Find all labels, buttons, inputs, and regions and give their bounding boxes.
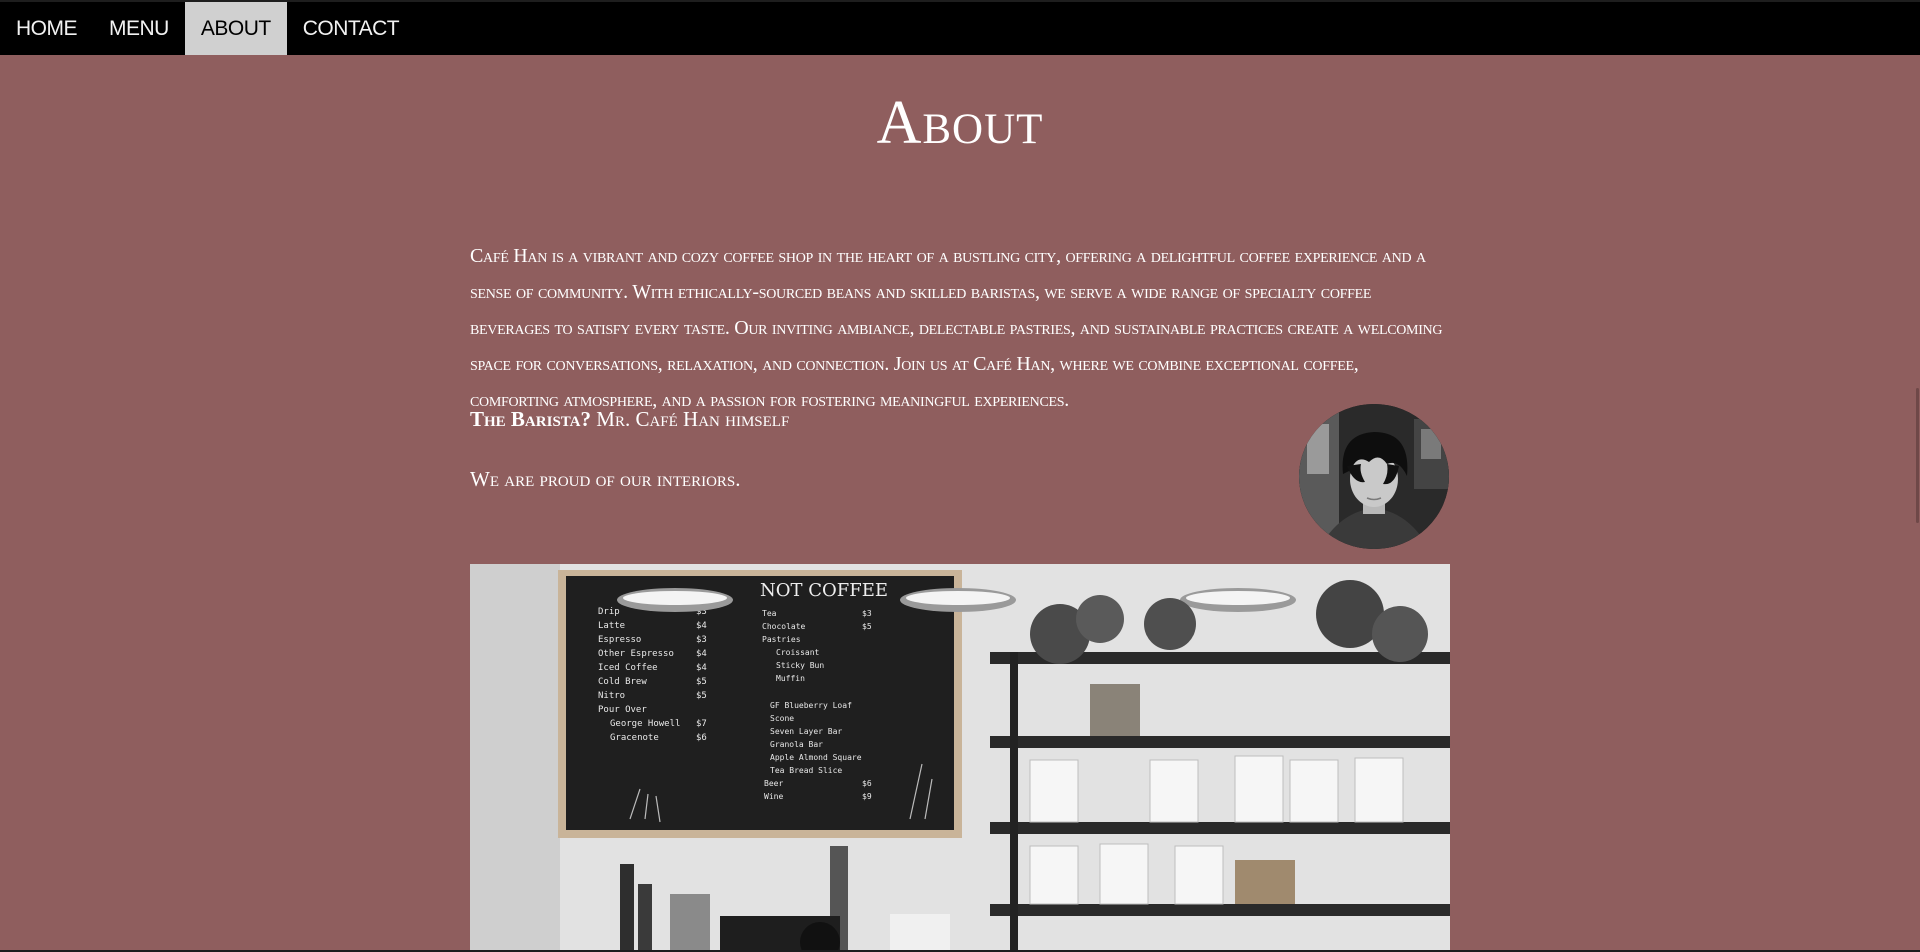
scrollbar-thumb[interactable] — [1916, 388, 1919, 523]
chalk-left-price-5: $5 — [696, 677, 707, 687]
chalk-left-2: Espresso — [598, 635, 641, 645]
chalk-right-price-12: $6 — [862, 779, 872, 788]
barista-text: Mr. Café Han himself — [591, 407, 790, 431]
chalk-left-price-1: $4 — [696, 621, 707, 631]
chalk-right-price-13: $9 — [862, 792, 872, 801]
chalk-right-6: GF Blueberry Loaf — [770, 701, 852, 710]
nav-about[interactable]: ABOUT — [184, 2, 287, 55]
page-title: About — [876, 89, 1044, 157]
chalk-right-9: Granola Bar — [770, 740, 823, 749]
chalk-left-price-2: $3 — [696, 635, 707, 645]
chalk-left-5: Cold Brew — [598, 677, 647, 687]
nav-menu[interactable]: MENU — [93, 2, 185, 55]
chalk-right-price-0: $3 — [862, 609, 872, 618]
chalk-left-price-8: $7 — [696, 719, 707, 729]
nav-contact[interactable]: CONTACT — [287, 2, 415, 55]
chalk-right-7: Scone — [770, 714, 794, 723]
barista-line: The Barista? Mr. Café Han himself — [470, 407, 789, 432]
intro-paragraph: Café Han is a vibrant and cozy coffee sh… — [470, 245, 1443, 411]
chalk-left-3: Other Espresso — [598, 649, 674, 659]
nav-home[interactable]: HOME — [0, 2, 93, 55]
chalk-left-7: Pour Over — [598, 705, 647, 715]
chalk-heading: NOT COFFEE — [760, 580, 888, 601]
chalk-right-price-1: $5 — [862, 622, 872, 631]
chalk-right-10: Apple Almond Square — [770, 753, 862, 762]
chalk-left-0: Drip — [598, 607, 620, 617]
interiors-text: We are proud of our interiors. — [470, 467, 741, 491]
chalk-left-4: Iced Coffee — [598, 663, 658, 673]
chalk-right-8: Seven Layer Bar — [770, 727, 842, 736]
chalk-left-8: George Howell — [610, 719, 680, 729]
chalk-right-2: Pastries — [762, 635, 801, 644]
chalk-right-3: Croissant — [776, 648, 820, 657]
barista-avatar — [1299, 404, 1449, 549]
chalk-left-1: Latte — [598, 621, 625, 631]
chalk-right-5: Muffin — [776, 674, 805, 683]
top-nav: HOME MENU ABOUT CONTACT — [0, 0, 1920, 55]
chalk-right-0: Tea — [762, 609, 777, 618]
chalk-right-1: Chocolate — [762, 622, 806, 631]
about-content: Café Han is a vibrant and cozy coffee sh… — [470, 238, 1450, 418]
chalk-left-9: Gracenote — [610, 733, 659, 743]
chalk-left-price-6: $5 — [696, 691, 707, 701]
chalk-right-4: Sticky Bun — [776, 661, 824, 670]
chalk-left-price-3: $4 — [696, 649, 707, 659]
chalk-right-11: Tea Bread Slice — [770, 766, 842, 775]
chalk-right-13: Wine — [764, 792, 783, 801]
barista-label: The Barista? — [470, 407, 592, 431]
chalk-left-6: Nitro — [598, 691, 625, 701]
chalk-left-price-9: $6 — [696, 733, 707, 743]
chalk-left-price-4: $4 — [696, 663, 707, 673]
interior-photo: Drip Latte Espresso Other Espresso Iced … — [470, 564, 1450, 952]
chalk-right-12: Beer — [764, 779, 783, 788]
